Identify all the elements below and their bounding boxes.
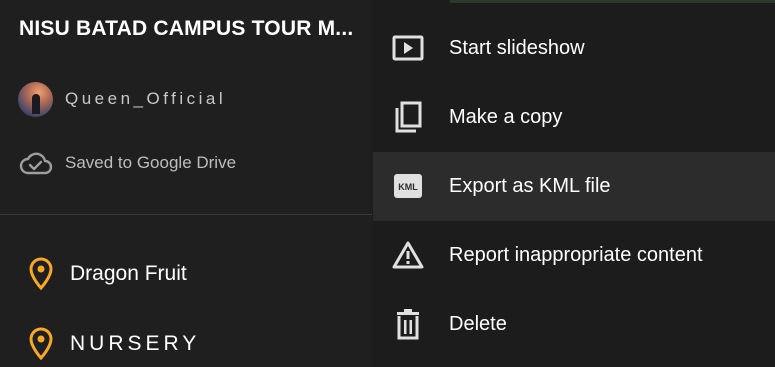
menu-item-label: Delete (449, 313, 507, 335)
owner-name: Queen_Official (65, 89, 227, 108)
map-title[interactable]: NISU BATAD CAMPUS TOUR M... (19, 17, 353, 41)
export-kml-item[interactable]: KML Export as KML file (373, 152, 775, 221)
menu-item-label: Report inappropriate content (449, 244, 703, 266)
map-pin-icon (29, 327, 53, 361)
menu-item-label: Export as KML file (449, 175, 611, 197)
slideshow-icon (391, 31, 425, 65)
list-item-nursery[interactable]: NURSERY (26, 326, 200, 362)
list-item-dragon-fruit[interactable]: Dragon Fruit (26, 256, 187, 292)
map-background[interactable] (450, 0, 775, 3)
place-label: Dragon Fruit (70, 262, 187, 285)
map-info-panel: NISU BATAD CAMPUS TOUR M... Queen_Offici… (0, 0, 372, 367)
start-slideshow-item[interactable]: Start slideshow (373, 14, 775, 83)
report-content-item[interactable]: Report inappropriate content (373, 221, 775, 290)
trash-icon (391, 307, 425, 341)
kml-icon-text: KML (398, 182, 418, 192)
place-label: NURSERY (70, 332, 201, 355)
avatar (18, 82, 53, 117)
saved-status: Saved to Google Drive (65, 153, 237, 172)
delete-item[interactable]: Delete (373, 290, 775, 359)
make-a-copy-item[interactable]: Make a copy (373, 83, 775, 152)
menu-item-label: Start slideshow (449, 37, 585, 59)
options-menu: Start slideshow Make a copy KML Export a… (373, 8, 775, 367)
map-pin-icon (29, 257, 53, 291)
warning-icon (391, 238, 425, 272)
kml-icon: KML (391, 169, 425, 203)
menu-item-label: Make a copy (449, 106, 563, 128)
divider (0, 214, 372, 215)
cloud-done-icon (19, 152, 53, 175)
copy-icon (391, 100, 425, 134)
